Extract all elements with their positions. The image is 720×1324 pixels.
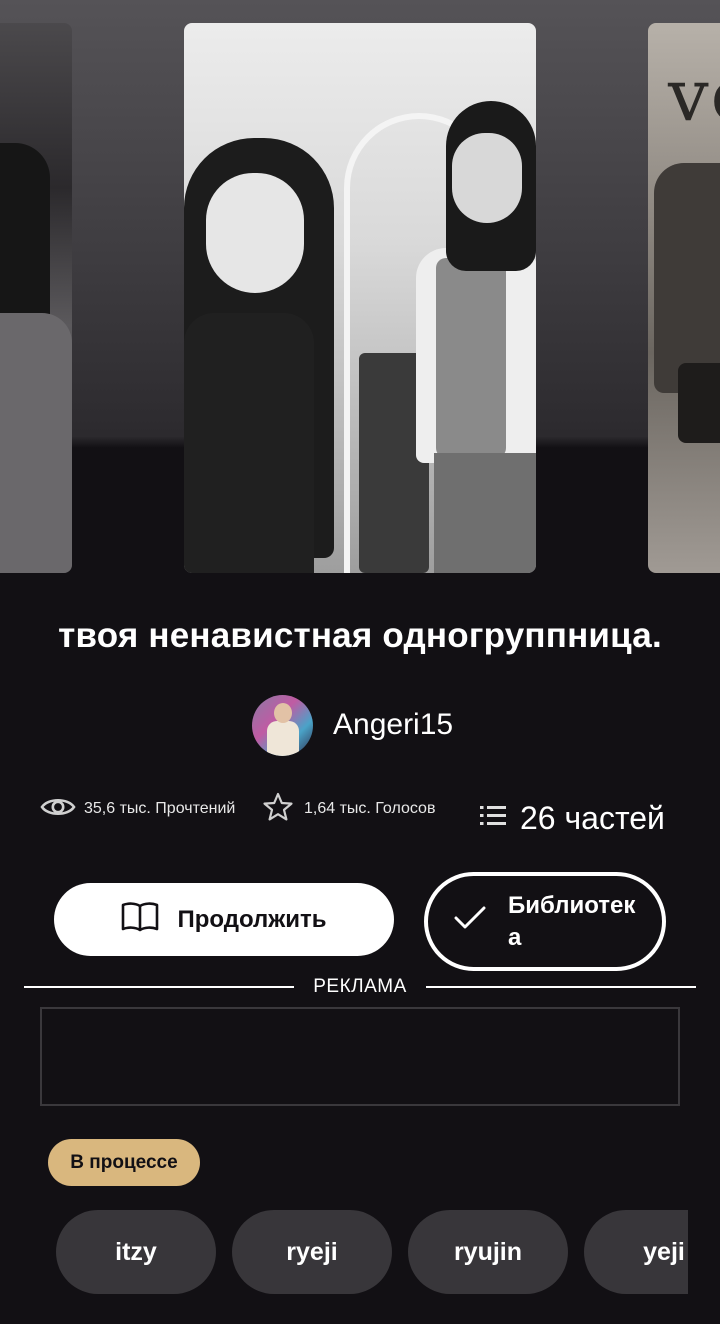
author-name[interactable]: Angeri15: [333, 708, 453, 742]
cover-figure: [654, 163, 720, 393]
eye-icon: [40, 795, 76, 824]
cover-current[interactable]: [184, 23, 536, 573]
tag-list[interactable]: itzy ryeji ryujin yeji: [56, 1210, 688, 1294]
status-badge: В процессе: [48, 1139, 200, 1186]
library-label: Библиотека: [508, 891, 636, 951]
author-link[interactable]: Angeri15: [252, 694, 453, 756]
story-details-screen: ve твоя ненавистная одногруппница. Anger…: [0, 0, 720, 1324]
continue-reading-label: Продолжить: [177, 905, 327, 933]
check-icon: [454, 906, 486, 937]
cover-figure: [452, 133, 522, 223]
parts-stat[interactable]: 26 частей: [480, 798, 665, 838]
cover-figure: [206, 173, 304, 293]
cover-figure: [678, 363, 720, 443]
continue-reading-button[interactable]: Продолжить: [54, 883, 394, 956]
cover-previous[interactable]: [0, 23, 72, 573]
tag-chip[interactable]: ryujin: [408, 1210, 568, 1294]
cover-figure: [184, 313, 314, 573]
tag-chip[interactable]: ryeji: [232, 1210, 392, 1294]
cover-carousel[interactable]: ve: [0, 0, 720, 574]
cover-figure: [0, 313, 72, 573]
add-to-library-button[interactable]: Библиотека: [424, 872, 666, 971]
ad-divider: [24, 986, 294, 988]
list-icon: [480, 805, 506, 832]
cover-lettering: ve: [668, 53, 720, 137]
cover-figure: [434, 453, 536, 573]
ad-label: РЕКЛАМА: [313, 976, 407, 997]
book-icon: [121, 900, 159, 939]
story-title: твоя ненавистная одногруппница.: [58, 616, 662, 655]
cover-next[interactable]: ve: [648, 23, 720, 573]
reads-stat: 35,6 тыс. Прочтений: [40, 792, 235, 826]
tag-chip[interactable]: yeji: [584, 1210, 688, 1294]
tag-chip[interactable]: itzy: [56, 1210, 216, 1294]
ad-slot[interactable]: [40, 1007, 680, 1106]
votes-stat: 1,64 тыс. Голосов: [262, 792, 435, 826]
cover-figure: [436, 258, 506, 458]
ad-divider: [426, 986, 696, 988]
reads-count: 35,6 тыс. Прочтений: [84, 800, 236, 817]
star-icon: [262, 791, 294, 828]
avatar[interactable]: [252, 694, 313, 756]
parts-count[interactable]: 26 частей: [520, 800, 665, 837]
votes-count: 1,64 тыс. Голосов: [304, 800, 436, 817]
